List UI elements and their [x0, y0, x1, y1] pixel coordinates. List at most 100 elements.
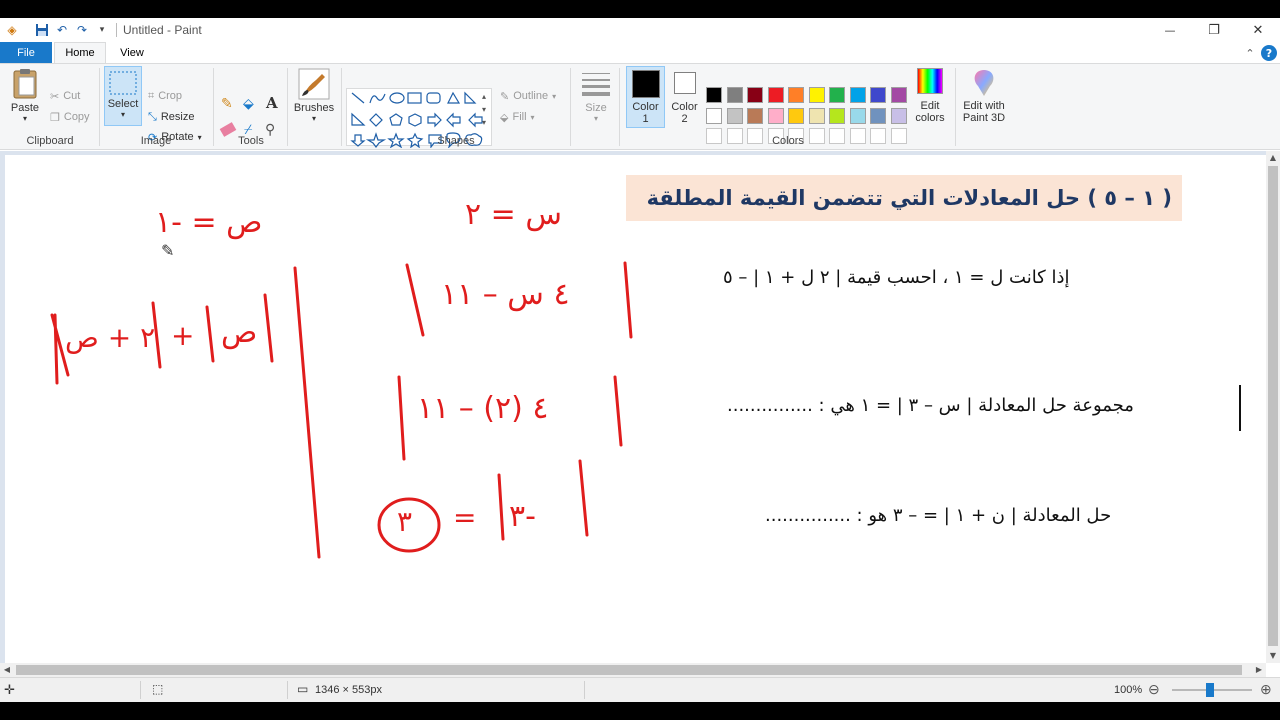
fill-tool[interactable]: ⬙ — [243, 94, 254, 112]
pencil-cursor-icon: ✎ — [161, 241, 175, 260]
fill-button[interactable]: ⬙ Fill ▾ — [500, 108, 535, 126]
palette-swatch[interactable] — [706, 87, 722, 103]
separator — [619, 68, 620, 146]
ribbon: Paste ▾ ✂ Cut ❐ Copy Clipboard Select ▾ ⌗ C… — [0, 63, 1280, 150]
scissors-icon: ✂ — [50, 90, 60, 103]
palette-swatch[interactable] — [747, 107, 763, 124]
save-icon[interactable] — [32, 20, 52, 40]
minimize-button[interactable]: — — [1148, 18, 1192, 42]
palette-swatch[interactable] — [808, 87, 825, 103]
palette-swatch[interactable] — [890, 87, 907, 103]
palette-swatch[interactable] — [870, 107, 886, 124]
image-group-label: Image — [140, 135, 172, 147]
separator — [287, 68, 288, 146]
paint3d-label-2: Paint 3D — [962, 112, 1006, 124]
handwritten-abs-expression: ٤ س – ١١ — [441, 277, 570, 312]
horizontal-scrollbar[interactable]: ◀ ▶ — [0, 663, 1266, 677]
palette-swatch[interactable] — [890, 107, 907, 124]
edit-with-paint3d-button[interactable]: Edit with Paint 3D — [958, 68, 1010, 124]
text-tool[interactable]: A — [266, 94, 278, 112]
crop-label: Crop — [158, 90, 183, 102]
paint3d-icon — [974, 70, 994, 96]
pencil-tool[interactable]: ✎ — [221, 94, 233, 112]
copy-label: Copy — [63, 111, 90, 123]
edit-colors-label-2: colors — [915, 112, 945, 124]
color2-number: 2 — [681, 113, 688, 125]
selection-size-icon: ⬚ — [152, 682, 164, 696]
zoom-in-icon[interactable]: ⊕ — [1260, 681, 1272, 698]
close-button[interactable]: ✕ — [1236, 18, 1280, 42]
handwritten-plus: + — [171, 319, 195, 352]
palette-swatch[interactable] — [870, 87, 886, 103]
select-button[interactable]: Select ▾ — [104, 66, 142, 126]
outline-dropdown-icon: ▾ — [552, 91, 557, 101]
scroll-left-icon[interactable]: ◀ — [0, 663, 14, 677]
brushes-button[interactable]: Brushes ▾ — [292, 68, 336, 123]
paste-button[interactable]: Paste ▾ — [8, 68, 42, 123]
edit-colors-button[interactable]: Edit colors — [912, 68, 948, 124]
palette-swatch[interactable] — [829, 107, 845, 124]
paste-icon — [13, 69, 37, 99]
palette-swatch[interactable] — [808, 107, 825, 124]
vertical-scrollbar[interactable]: ▲ ▼ — [1266, 151, 1280, 663]
size-label: Size — [585, 102, 607, 114]
palette-swatch[interactable] — [767, 107, 784, 124]
outline-button[interactable]: ✎ Outline ▾ — [500, 87, 556, 105]
drawing-canvas[interactable]: ( ١ – ٥ ) حل المعادلات التي تتضمن القيمة… — [5, 155, 1266, 663]
tab-view[interactable]: View — [108, 42, 156, 63]
palette-swatch[interactable] — [849, 87, 866, 103]
scroll-down-icon[interactable]: ▼ — [1266, 649, 1280, 663]
color1-button[interactable]: Color 1 — [626, 66, 665, 128]
zoom-out-icon[interactable]: ⊖ — [1148, 681, 1160, 698]
shapes-group-label: Shapes — [437, 135, 475, 147]
undo-icon[interactable]: ↶ — [52, 20, 72, 40]
size-button[interactable]: Size ▾ — [578, 70, 614, 123]
palette-swatch[interactable] — [849, 107, 866, 124]
redo-icon[interactable]: ↷ — [72, 20, 92, 40]
vertical-scroll-thumb[interactable] — [1268, 166, 1278, 646]
paint-app-icon[interactable]: ◈ — [2, 20, 22, 40]
copy-button[interactable]: ❐ Copy — [50, 108, 90, 126]
shapes-scroll-icon[interactable]: ▴ ▾ ▾ — [482, 90, 486, 129]
palette-swatch[interactable] — [767, 87, 784, 103]
resize-button[interactable]: ⤡ Resize — [148, 108, 194, 126]
image-size-icon: ▭ — [297, 682, 309, 696]
palette-swatch[interactable] — [706, 107, 722, 124]
palette-swatch[interactable] — [788, 87, 804, 103]
resize-icon: ⤡ — [148, 110, 157, 123]
horizontal-scroll-thumb[interactable] — [16, 665, 1242, 675]
handwritten-result: -٣ — [509, 499, 536, 534]
scroll-right-icon[interactable]: ▶ — [1252, 663, 1266, 677]
palette-swatch[interactable] — [726, 87, 743, 103]
palette-swatch[interactable] — [726, 107, 743, 124]
select-icon — [109, 71, 137, 95]
handwritten-left-term-2: ٢ + ص — [65, 321, 156, 354]
palette-swatch[interactable] — [829, 87, 845, 103]
help-icon[interactable]: ? — [1261, 45, 1277, 61]
scroll-up-icon[interactable]: ▲ — [1266, 151, 1280, 165]
handwritten-x-value: س = ٢ — [465, 197, 562, 232]
restore-button[interactable]: ❐ — [1192, 18, 1236, 42]
cut-button[interactable]: ✂ Cut — [50, 87, 80, 105]
customize-quick-access-icon[interactable]: ▾ — [92, 20, 112, 40]
select-dropdown-icon: ▾ — [120, 110, 125, 119]
crop-icon: ⌗ — [148, 89, 155, 102]
palette-swatch[interactable] — [788, 107, 804, 124]
zoom-slider[interactable] — [1172, 683, 1252, 697]
zoom-slider-thumb[interactable] — [1206, 683, 1214, 697]
crop-button[interactable]: ⌗ Crop — [148, 87, 182, 105]
paint3d-label: Edit with — [963, 100, 1005, 112]
zoom-level: 100% — [1114, 684, 1143, 696]
collapse-ribbon-icon[interactable]: ⌃ — [1242, 45, 1258, 61]
palette-swatch[interactable] — [747, 87, 763, 103]
color2-button[interactable]: Color 2 — [668, 69, 701, 125]
handwritten-substitution: ٤ (٢) – ١١ — [417, 391, 549, 426]
tab-file[interactable]: File — [0, 42, 52, 63]
resize-label: Resize — [160, 111, 195, 123]
color-wheel-icon — [917, 68, 943, 94]
tab-home[interactable]: Home — [54, 42, 106, 63]
color1-label: Color — [632, 101, 659, 113]
paste-label: Paste — [10, 102, 40, 114]
color1-swatch — [631, 70, 660, 98]
fill-dropdown-icon: ▾ — [530, 112, 535, 122]
